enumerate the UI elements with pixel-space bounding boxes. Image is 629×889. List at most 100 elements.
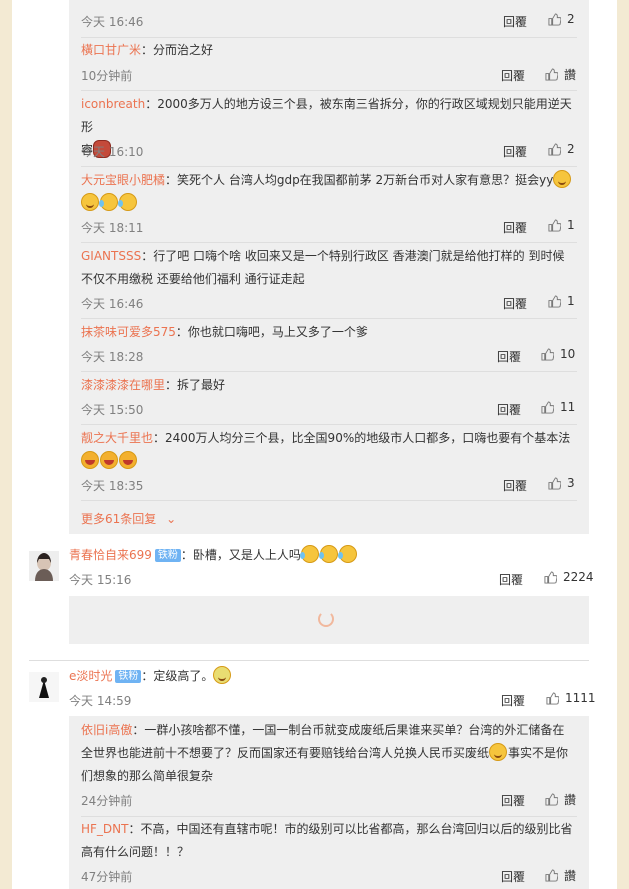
divider [81, 424, 577, 425]
thumbs-up-icon [545, 869, 558, 882]
fan-badge: 铁粉 [115, 670, 142, 683]
reply-time: 今天 16:46 [81, 15, 144, 29]
reply-button[interactable]: 回覆 [503, 219, 527, 236]
like-count: 11 [560, 400, 576, 414]
thumbs-up-icon [541, 347, 554, 361]
reply-time: 47分钟前 [81, 870, 133, 884]
reply-username[interactable]: 漆漆漆漆在哪里 [81, 378, 165, 392]
comment-text: e淡时光 铁粉 ：定级高了。 [69, 665, 232, 688]
reply-username[interactable]: 抹茶味可爱多575 [81, 325, 176, 339]
like-button[interactable]: 讚 [545, 66, 576, 83]
like-label: 讚 [564, 68, 577, 82]
reply-text: 依旧i高傲：一群小孩啥都不懂，一国一制台币就变成废纸后果谁来买单？台湾的外汇储备… [81, 723, 569, 783]
like-button[interactable]: 讚 [545, 791, 576, 808]
like-button[interactable]: 10 [541, 347, 575, 361]
smile-emoji-icon [81, 193, 99, 211]
like-count: 2224 [563, 570, 594, 584]
divider [81, 37, 577, 38]
divider [81, 816, 577, 817]
like-count: 10 [560, 347, 576, 361]
reply-username[interactable]: GIANTSSS [81, 249, 141, 263]
like-button[interactable]: 1 [548, 218, 575, 232]
divider [81, 166, 577, 167]
avatar[interactable] [29, 672, 59, 702]
reply-button[interactable]: 回覆 [501, 692, 525, 709]
comment-username[interactable]: 青春恰自来699 [69, 548, 152, 562]
reply-button[interactable]: 回覆 [501, 868, 525, 885]
reply-username[interactable]: 靓之大千里也 [81, 431, 153, 445]
fan-badge: 铁粉 [154, 549, 181, 562]
like-count: 3 [567, 476, 575, 490]
reply-time: 今天 18:28 [81, 350, 144, 364]
reply-text: 橫口甘广米：分而治之好 [81, 43, 214, 57]
like-button[interactable]: 1 [548, 294, 575, 308]
reply-username[interactable]: iconbreath [81, 97, 145, 111]
thumbs-up-icon [541, 400, 554, 414]
reply-time: 24分钟前 [81, 794, 133, 808]
like-button[interactable]: 2 [548, 142, 575, 156]
reply-text: GIANTSSS：行了吧 口嗨个啥 收回来又是一个特别行政区 香港澳门就是给他打… [81, 249, 565, 286]
emoji-icon [213, 666, 232, 684]
tears-emoji-icon [299, 545, 319, 563]
thumbs-up-icon [544, 570, 557, 584]
laugh-emoji-icon [119, 451, 137, 469]
divider [81, 318, 577, 319]
reply-button[interactable]: 回覆 [503, 13, 527, 30]
like-button[interactable]: 1111 [546, 691, 596, 705]
divider [81, 371, 577, 372]
comment-time: 今天 14:59 [69, 694, 132, 708]
reply-text: 靓之大千里也：2400万人均分三个县，比全国90%的地级市人口都多，口嗨也要有个… [81, 427, 581, 473]
thumbs-up-icon [545, 68, 558, 81]
like-label: 讚 [564, 793, 577, 807]
reply-button[interactable]: 回覆 [497, 401, 521, 418]
reply-username[interactable]: HF_DNT [81, 822, 128, 836]
reply-time: 10分钟前 [81, 69, 133, 83]
reply-button[interactable]: 回覆 [503, 143, 527, 160]
reply-button[interactable]: 回覆 [499, 571, 523, 588]
reply-time: 今天 15:50 [81, 403, 144, 417]
like-button[interactable]: 2224 [544, 570, 594, 584]
reply-username[interactable]: 大元宝眼小肥橘 [81, 173, 165, 187]
like-button[interactable]: 2 [548, 12, 575, 26]
like-count: 2 [567, 12, 575, 26]
tears-emoji-icon [99, 193, 118, 211]
reply-username[interactable]: 橫口甘广米 [81, 43, 141, 57]
thumbs-up-icon [546, 691, 559, 705]
smile-emoji-icon [553, 170, 572, 188]
thumbs-up-icon [548, 476, 561, 490]
reply-time: 今天 16:10 [81, 145, 144, 159]
reply-time: 今天 18:35 [81, 479, 144, 493]
more-replies-link[interactable]: 更多61条回复 ⌄ [81, 510, 176, 527]
reply-username[interactable]: 依旧i高傲 [81, 723, 132, 737]
reply-button[interactable]: 回覆 [497, 348, 521, 365]
reply-time: 今天 18:11 [81, 221, 144, 235]
avatar[interactable] [29, 551, 59, 581]
tears-emoji-icon [337, 545, 357, 563]
laugh-emoji-icon [81, 451, 99, 469]
reply-button[interactable]: 回覆 [503, 295, 527, 312]
reply-text: 抹茶味可爱多575：你也就口嗨吧，马上又多了一个爹 [81, 325, 368, 339]
reply-time: 今天 16:46 [81, 297, 144, 311]
divider [81, 500, 577, 501]
reply-button[interactable]: 回覆 [501, 792, 525, 809]
comment-text: 青春恰自来699 铁粉 ：卧槽，又是人上人吗 [69, 544, 358, 567]
reply-text: 大元宝眼小肥橘：笑死个人 台湾人均gdp在我国都前茅 2万新台币对人家有意思？挺… [81, 169, 581, 215]
divider [81, 90, 577, 91]
divider [29, 660, 589, 661]
loading-spinner-icon [318, 611, 334, 627]
like-count: 1111 [565, 691, 596, 705]
thumbs-up-icon [548, 142, 561, 156]
like-label: 讚 [564, 869, 577, 883]
laugh-emoji-icon [100, 451, 118, 469]
like-count: 1 [567, 218, 575, 232]
like-button[interactable]: 11 [541, 400, 575, 414]
like-count: 2 [567, 142, 575, 156]
like-button[interactable]: 讚 [545, 867, 576, 884]
reply-button[interactable]: 回覆 [503, 477, 527, 494]
tears-emoji-icon [118, 193, 137, 211]
like-button[interactable]: 3 [548, 476, 575, 490]
thumbs-up-icon [548, 218, 561, 232]
comment-username[interactable]: e淡时光 [69, 669, 112, 683]
thumbs-up-icon [545, 793, 558, 806]
reply-button[interactable]: 回覆 [501, 67, 525, 84]
